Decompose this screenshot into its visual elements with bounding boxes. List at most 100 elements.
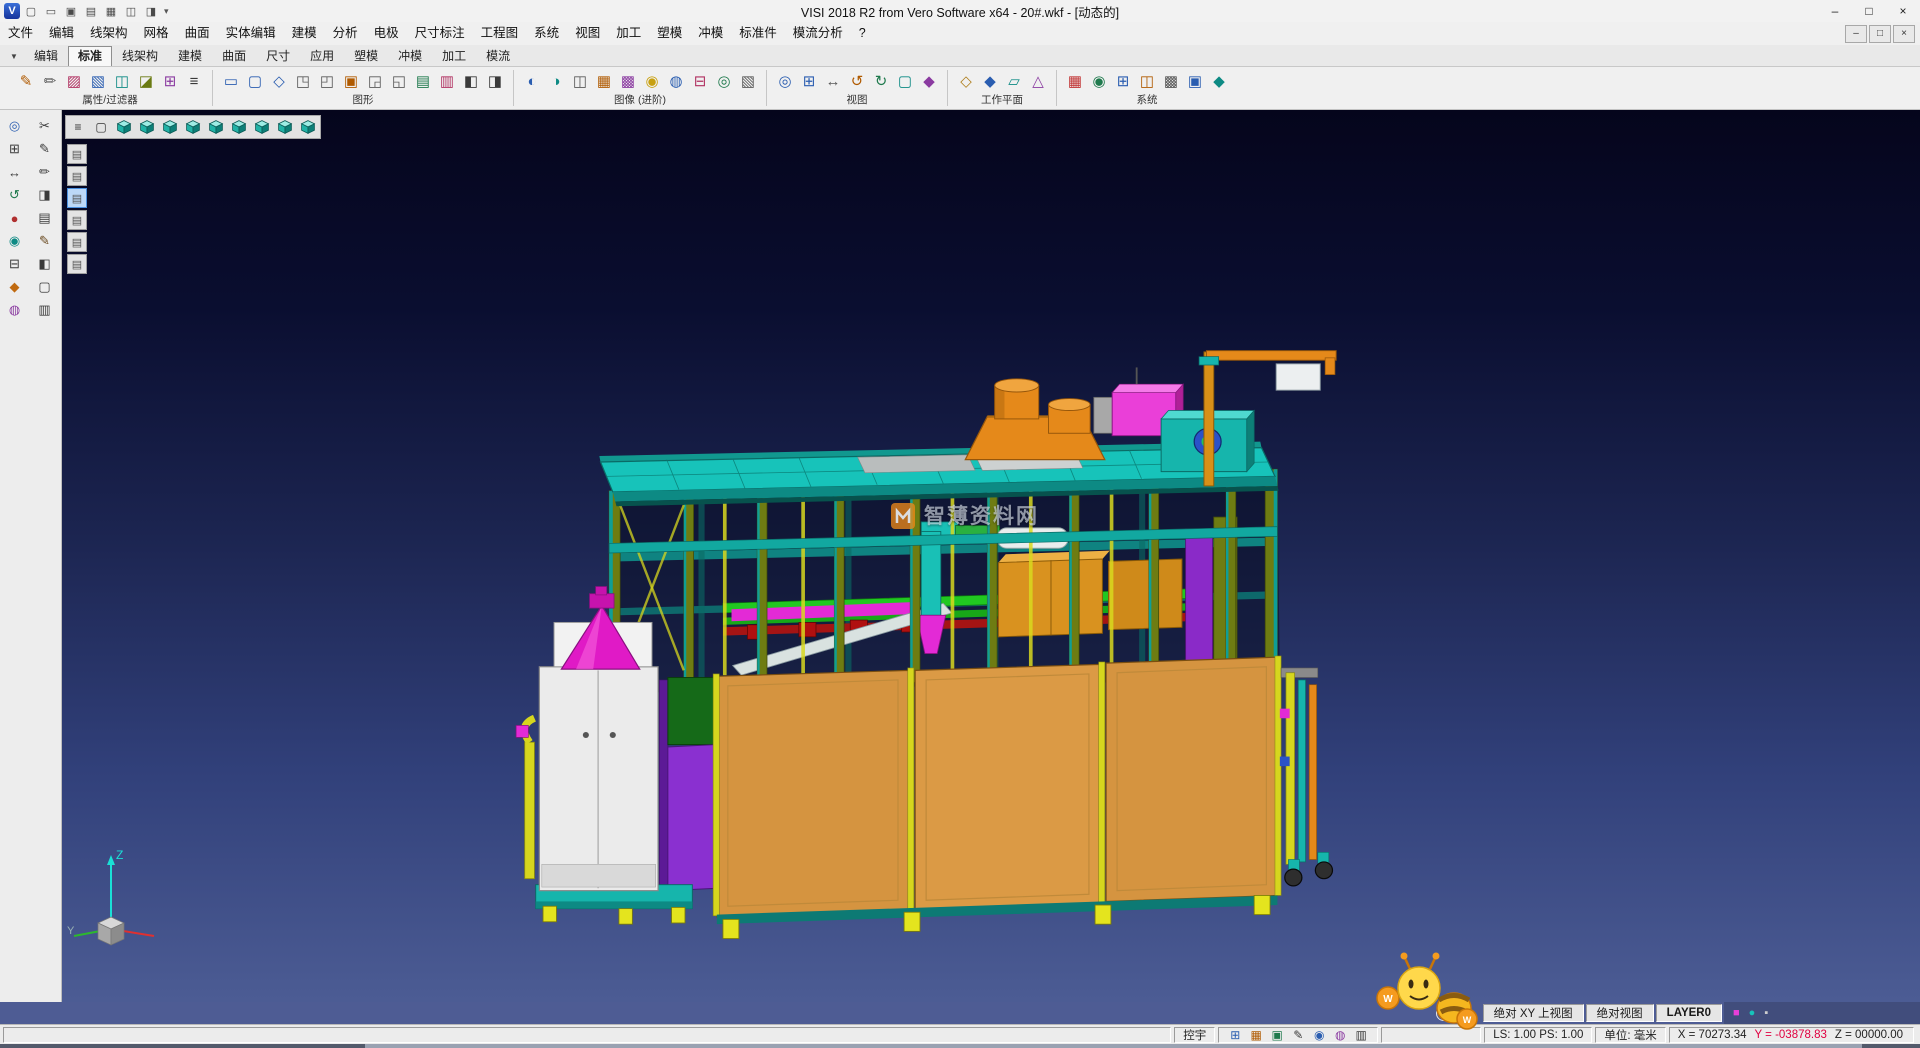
- menu-item-网格[interactable]: 网格: [136, 22, 177, 45]
- viewport[interactable]: ≡▢ ▤▤▤▤▤▤ Z Y: [62, 110, 1920, 1002]
- cube-iso-button[interactable]: [113, 117, 135, 137]
- menu-item-建模[interactable]: 建模: [284, 22, 325, 45]
- grid-snap-icon[interactable]: ⊞: [1227, 1029, 1243, 1041]
- ungroup-icon[interactable]: ▥: [435, 68, 459, 94]
- snap-toggle[interactable]: 控宇: [1174, 1027, 1215, 1043]
- menu-item-模流分析[interactable]: 模流分析: [785, 22, 851, 45]
- zoom-all-icon[interactable]: ◎: [773, 68, 797, 94]
- menu-item-分析[interactable]: 分析: [325, 22, 366, 45]
- view-list-button[interactable]: ≡: [67, 117, 89, 137]
- part-dot-icon[interactable]: ▪: [1764, 1008, 1768, 1019]
- pattern-icon[interactable]: ▩: [1159, 68, 1183, 94]
- tab-建模[interactable]: 建模: [168, 46, 212, 66]
- view-mode-segment[interactable]: 绝对 XY 上视图: [1483, 1004, 1584, 1022]
- ortho-icon[interactable]: ▦: [1248, 1029, 1264, 1041]
- color-grid-icon[interactable]: ▦: [1063, 68, 1087, 94]
- attribute-pencil-icon[interactable]: ✎: [14, 68, 38, 94]
- filter-red-icon[interactable]: ▨: [62, 68, 86, 94]
- hidden-line-icon[interactable]: ◫: [568, 68, 592, 94]
- mirror-icon[interactable]: ◨: [33, 185, 57, 205]
- group-icon[interactable]: ▤: [411, 68, 435, 94]
- bottom-scrollbar[interactable]: [0, 1044, 1920, 1048]
- front-panels[interactable]: [659, 656, 1281, 939]
- edge-select-icon[interactable]: ◱: [387, 68, 411, 94]
- background-icon[interactable]: ▧: [736, 68, 760, 94]
- part-magenta-icon[interactable]: ■: [1733, 1008, 1740, 1019]
- right-assembly[interactable]: [1280, 668, 1333, 886]
- menu-item-塑模[interactable]: 塑模: [649, 22, 690, 45]
- save-icon[interactable]: ▣: [62, 3, 80, 19]
- grid-system-icon[interactable]: ⊞: [1111, 68, 1135, 94]
- texture-icon[interactable]: ▩: [616, 68, 640, 94]
- tab-冲模[interactable]: 冲模: [388, 46, 432, 66]
- tab-应用[interactable]: 应用: [300, 46, 344, 66]
- snapshot-icon[interactable]: ◨: [142, 3, 160, 19]
- menu-item-冲模[interactable]: 冲模: [690, 22, 731, 45]
- layer-segment[interactable]: LAYER0: [1656, 1004, 1722, 1022]
- menu-item-线架构[interactable]: 线架构: [82, 22, 136, 45]
- plane-xy-icon[interactable]: ◇: [954, 68, 978, 94]
- absolute-view-segment[interactable]: 绝对视图: [1586, 1004, 1654, 1022]
- circle-snap-icon[interactable]: ◉: [1311, 1029, 1327, 1041]
- tab-编辑[interactable]: 编辑: [24, 46, 68, 66]
- tab-曲面[interactable]: 曲面: [212, 46, 256, 66]
- pan-view-icon[interactable]: ↔: [821, 68, 845, 94]
- half-view-icon[interactable]: ◧: [33, 254, 57, 274]
- mdi-restore-button[interactable]: □: [1869, 25, 1891, 43]
- menu-item-?[interactable]: ?: [851, 22, 874, 45]
- cube-right-button[interactable]: [182, 117, 204, 137]
- attribute-brush-icon[interactable]: ✏: [38, 68, 62, 94]
- cube-left-button[interactable]: [205, 117, 227, 137]
- maximize-button[interactable]: □: [1852, 0, 1886, 21]
- zoom-window-icon[interactable]: ⊞: [797, 68, 821, 94]
- diamond-icon[interactable]: ◆: [3, 277, 27, 297]
- menu-item-实体编辑[interactable]: 实体编辑: [218, 22, 284, 45]
- mdi-minimize-button[interactable]: –: [1845, 25, 1867, 43]
- measure-icon[interactable]: ✏: [33, 162, 57, 182]
- menu-item-加工[interactable]: 加工: [608, 22, 649, 45]
- plane-rotate-icon[interactable]: △: [1026, 68, 1050, 94]
- wireframe-icon[interactable]: ◑: [544, 68, 568, 94]
- preview-icon[interactable]: ◫: [122, 3, 140, 19]
- tab-overflow-button[interactable]: ▼: [4, 47, 24, 66]
- filter-blue-icon[interactable]: ▧: [86, 68, 110, 94]
- element-filter-icon[interactable]: ⊞: [158, 68, 182, 94]
- menu-item-尺寸标注[interactable]: 尺寸标注: [407, 22, 473, 45]
- mask-filter-icon[interactable]: ◪: [134, 68, 158, 94]
- zoom-icon[interactable]: ◎: [3, 116, 27, 136]
- machine-model[interactable]: [516, 351, 1336, 939]
- tab-尺寸[interactable]: 尺寸: [256, 46, 300, 66]
- tab-塑模[interactable]: 塑模: [344, 46, 388, 66]
- mdi-close-button[interactable]: ×: [1893, 25, 1915, 43]
- target-icon[interactable]: ◍: [3, 300, 27, 320]
- part-teal-icon[interactable]: ●: [1749, 1008, 1756, 1019]
- menu-item-曲面[interactable]: 曲面: [177, 22, 218, 45]
- plane-icon[interactable]: ▣: [1269, 1029, 1285, 1041]
- zoom-image-icon[interactable]: ◎: [712, 68, 736, 94]
- iso-view-icon[interactable]: ◆: [917, 68, 941, 94]
- sphere-icon[interactable]: ◉: [3, 231, 27, 251]
- globe-icon[interactable]: ◉: [1087, 68, 1111, 94]
- quick-access-caret[interactable]: ▾: [164, 6, 169, 17]
- menu-item-视图[interactable]: 视图: [567, 22, 608, 45]
- section-icon[interactable]: ⊟: [3, 254, 27, 274]
- grid-icon[interactable]: ⊞: [3, 139, 27, 159]
- top-view-icon[interactable]: ▢: [893, 68, 917, 94]
- rect-select-icon[interactable]: ▭: [219, 68, 243, 94]
- view-window-button[interactable]: ▢: [90, 117, 112, 137]
- window-system-icon[interactable]: ◫: [1135, 68, 1159, 94]
- new-file-icon[interactable]: ▢: [22, 3, 40, 19]
- layers-icon[interactable]: ▤: [33, 208, 57, 228]
- monitor-icon[interactable]: ▣: [1183, 68, 1207, 94]
- plane-select-icon[interactable]: ◰: [315, 68, 339, 94]
- edit-icon[interactable]: ✎: [33, 231, 57, 251]
- machine-scene-svg[interactable]: [62, 110, 1920, 1002]
- delete-icon[interactable]: ●: [3, 208, 27, 228]
- window-select-icon[interactable]: ▢: [243, 68, 267, 94]
- magnet-icon[interactable]: ◍: [1332, 1029, 1348, 1041]
- pencil-icon[interactable]: ✎: [33, 139, 57, 159]
- clipboard-button-3[interactable]: ▤: [67, 188, 87, 208]
- minimize-button[interactable]: –: [1818, 0, 1852, 21]
- list-icon[interactable]: ▥: [33, 300, 57, 320]
- light-icon[interactable]: ◉: [640, 68, 664, 94]
